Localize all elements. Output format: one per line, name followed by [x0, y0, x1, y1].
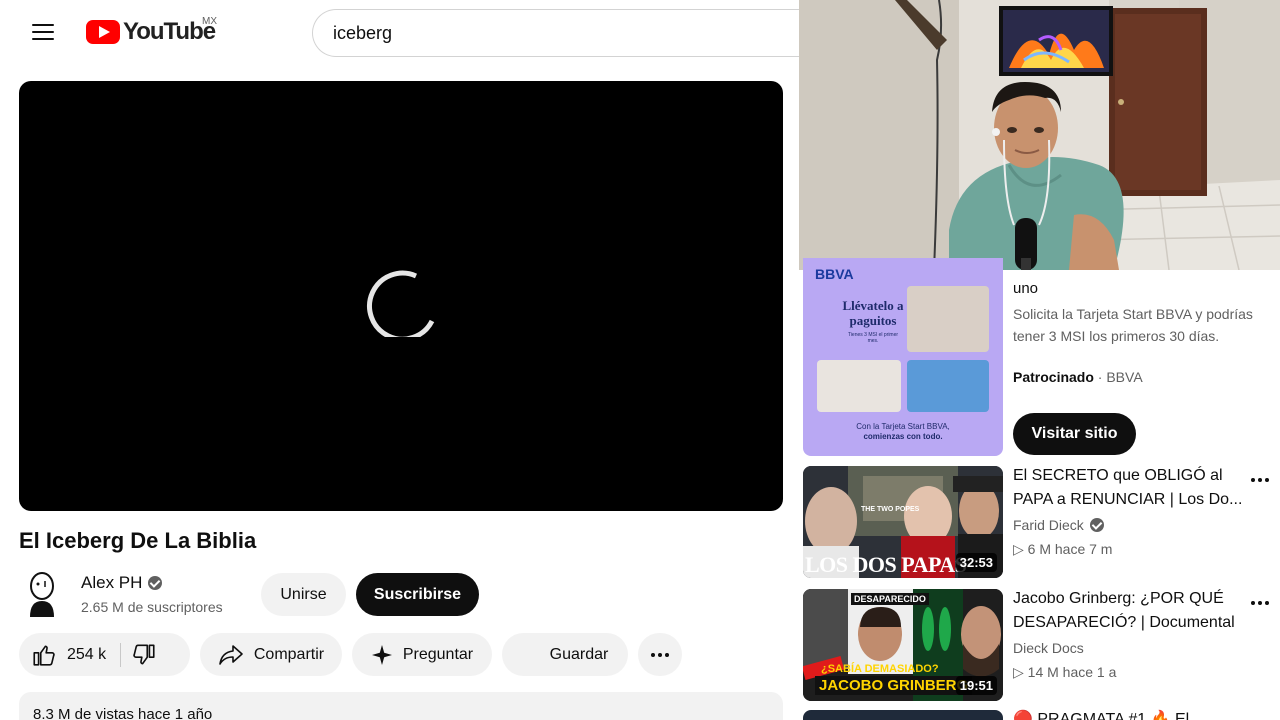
ad-slogan: Llévatelo a paguitos [842, 298, 904, 328]
video-title-link[interactable]: Jacobo Grinberg: ¿POR QUÉ DESAPARECIÓ? |… [1013, 587, 1245, 635]
verified-icon [148, 576, 163, 590]
join-button[interactable]: Unirse [261, 573, 346, 616]
thumbnail-label: DESAPARECIDO [851, 593, 929, 605]
sponsored-label: Patrocinado [1013, 369, 1094, 385]
ad-description: Solicita la Tarjeta Start BBVA y podrías… [1013, 306, 1253, 344]
search-value: iceberg [333, 22, 393, 43]
video-duration: 32:53 [955, 553, 997, 572]
thumbnail-small-text: ¿SABÍA DEMASIADO? [821, 663, 939, 675]
youtube-play-icon [86, 20, 120, 44]
save-button[interactable]: Guardar [502, 633, 628, 676]
ad-footer-line2: comienzas con todo. [863, 432, 943, 441]
more-horizontal-icon [1251, 601, 1269, 605]
channel-text: Dieck Docs [1013, 640, 1084, 656]
like-count[interactable]: 254 k [67, 646, 106, 664]
channel-name[interactable]: Alex PH [81, 573, 163, 593]
ad-footer: Con la Tarjeta Start BBVA, comienzas con… [803, 422, 1003, 442]
description-box[interactable]: 8.3 M de vistas hace 1 año [19, 692, 783, 720]
video-title-link[interactable]: 🔴 PRAGMATA #1 🔥 El [1013, 709, 1189, 720]
video-thumbnail[interactable]: DESAPARECIDO ¿SABÍA DEMASIADO? JACOBO GR… [803, 589, 1003, 701]
ad-card-image [907, 360, 989, 412]
video-title-link[interactable]: El SECRETO que OBLIGÓ al PAPA a RENUNCIA… [1013, 464, 1245, 512]
youtube-logo[interactable]: YouTube [86, 18, 216, 46]
video-meta: ▷ 6 M hace 7 m [1013, 541, 1113, 557]
thumbnail-small-text: THE TWO POPES [861, 506, 920, 513]
ad-photo-person [907, 286, 989, 352]
video-thumbnail[interactable] [803, 710, 1003, 720]
sparkle-icon [371, 644, 392, 665]
save-label: Guardar [549, 645, 609, 663]
share-label: Compartir [253, 645, 325, 663]
ad-footer-line1: Con la Tarjeta Start BBVA, [856, 422, 950, 431]
video-menu-button[interactable] [1251, 601, 1269, 605]
ad-title[interactable]: uno [1013, 280, 1038, 297]
ad-small-print: Tienes 3 MSI el primer mes. [847, 332, 899, 344]
channel-name-text: Alex PH [81, 573, 143, 592]
more-horizontal-icon [1251, 478, 1269, 482]
ask-button[interactable]: Preguntar [352, 633, 492, 676]
like-dislike-group: 254 k [19, 633, 190, 676]
verified-icon [1089, 518, 1104, 532]
channel-text: Farid Dieck [1013, 517, 1084, 533]
views-and-date: 8.3 M de vistas hace 1 año [33, 706, 213, 720]
ad-sponsor-line: Patrocinado · BBVA [1013, 369, 1143, 385]
thumbs-down-icon[interactable] [131, 642, 157, 668]
video-channel[interactable]: Farid Dieck [1013, 517, 1104, 533]
like-divider [120, 642, 122, 667]
video-title: El Iceberg De La Biblia [19, 528, 257, 553]
loading-spinner-icon [367, 270, 435, 337]
advertiser-name: · BBVA [1097, 369, 1143, 385]
video-meta: ▷ 14 M hace 1 a [1013, 664, 1117, 680]
more-actions-button[interactable] [638, 633, 682, 676]
ad-brand-logo: BBVA [815, 266, 854, 282]
thumbs-up-icon[interactable] [31, 642, 57, 668]
menu-icon[interactable] [32, 24, 54, 42]
subscriber-count: 2.65 M de suscriptores [81, 599, 223, 615]
thumbnail-caption: LOS DOS PAPAS [805, 552, 967, 577]
video-player[interactable] [19, 81, 783, 511]
share-button[interactable]: Compartir [200, 633, 342, 676]
ask-label: Preguntar [402, 645, 474, 663]
visit-site-button[interactable]: Visitar sitio [1013, 413, 1136, 455]
ad-thumbnail[interactable]: BBVA Llévatelo a paguitos Tienes 3 MSI e… [803, 258, 1003, 456]
webcam-overlay [799, 0, 1280, 270]
region-code: MX [202, 16, 217, 27]
share-icon [219, 644, 243, 665]
video-duration: 19:51 [955, 676, 997, 695]
channel-avatar[interactable] [20, 571, 64, 617]
subscribe-button[interactable]: Suscribirse [356, 573, 479, 616]
video-menu-button[interactable] [1251, 478, 1269, 482]
video-thumbnail[interactable]: THE TWO POPES LOS DOS PAPAS 32:53 [803, 466, 1003, 578]
video-channel[interactable]: Dieck Docs [1013, 640, 1084, 656]
search-input[interactable]: iceberg [312, 9, 812, 57]
thumbnail-caption: JACOBO GRINBERG [815, 676, 973, 695]
ad-photo-couple [817, 360, 901, 412]
more-horizontal-icon [651, 652, 669, 657]
